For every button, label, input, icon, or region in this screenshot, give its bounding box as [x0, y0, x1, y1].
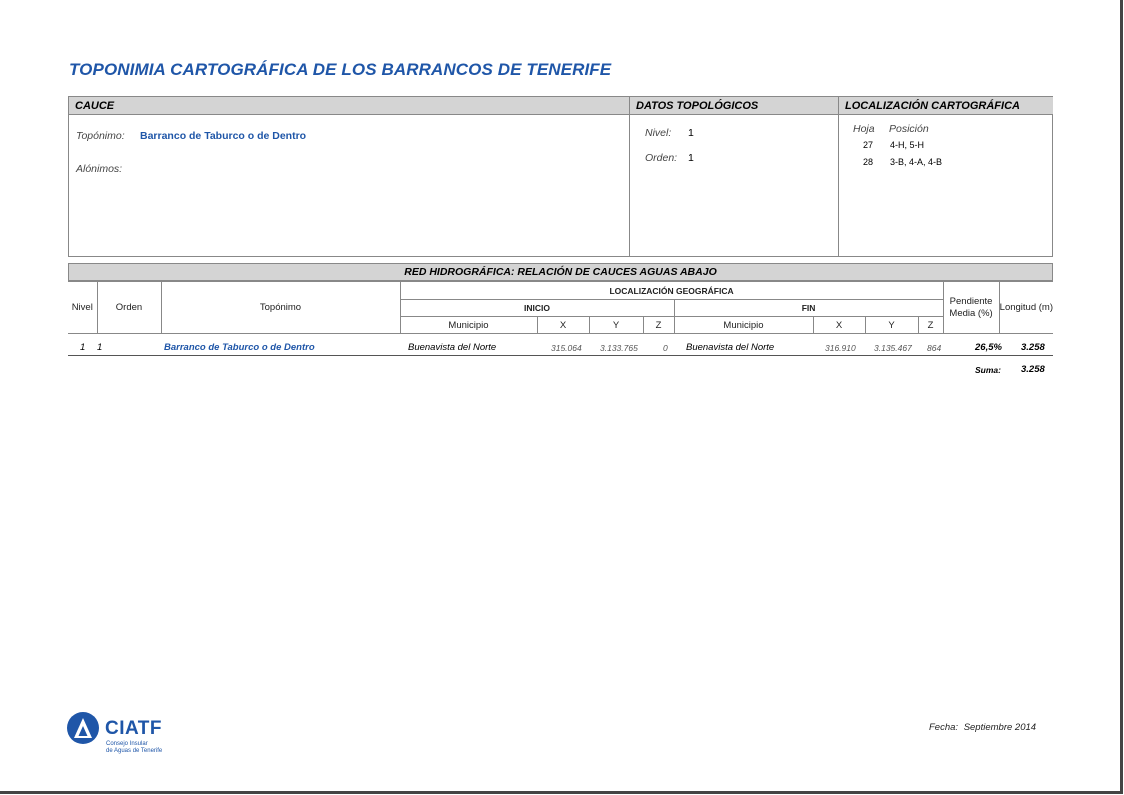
data-row-divider [68, 355, 1053, 356]
row-nivel: 1 [80, 342, 86, 353]
ciatf-logo-icon [67, 712, 99, 744]
row-toponimo: Barranco de Taburco o de Dentro [164, 342, 315, 353]
toponimo-label: Topónimo: [76, 130, 125, 142]
red-hidrografica-header: RED HIDROGRÁFICA: RELACIÓN DE CAUCES AGU… [68, 263, 1053, 281]
col-fin-z: Z [917, 316, 944, 334]
col-inicio-municipio: Municipio [399, 316, 538, 334]
divider [838, 97, 839, 256]
document-title: TOPONIMIA CARTOGRÁFICA DE LOS BARRANCOS … [69, 60, 612, 79]
col-inicio-x: X [536, 316, 590, 334]
hoja-label: Hoja [853, 123, 875, 135]
divider [629, 97, 630, 256]
nivel-label: Nivel: [645, 127, 672, 139]
row-longitud: 3.258 [1021, 342, 1045, 353]
col-fin: FIN [673, 299, 944, 317]
localizacion-header: LOCALIZACIÓN CARTOGRÁFICA [839, 97, 1053, 115]
col-inicio-z: Z [642, 316, 675, 334]
col-inicio-y: Y [588, 316, 644, 334]
col-fin-x: X [812, 316, 866, 334]
row-pendiente: 26,5% [975, 342, 1002, 353]
alonimos-label: Alónimos: [76, 163, 123, 175]
fecha: Fecha: Septiembre 2014 [929, 722, 1036, 733]
hoja-value: 27 [863, 140, 874, 150]
red-hidrografica-table: Nivel Orden Topónimo LOCALIZACIÓN GEOGRÁ… [68, 281, 1054, 334]
row-inicio-z: 0 [663, 343, 668, 353]
col-toponimo: Topónimo [160, 281, 401, 334]
orden-label: Orden: [645, 152, 678, 164]
col-fin-municipio: Municipio [673, 316, 814, 334]
row-fin-z: 864 [927, 343, 942, 353]
row-inicio-municipio: Buenavista del Norte [408, 342, 497, 353]
row-inicio-x: 315.064 [551, 343, 582, 353]
fecha-label: Fecha: [929, 722, 959, 733]
col-nivel: Nivel [68, 281, 98, 334]
hoja-value: 28 [863, 157, 874, 167]
col-localizacion: LOCALIZACIÓN GEOGRÁFICA [399, 281, 944, 300]
suma-label: Suma: [975, 365, 1001, 375]
fecha-value: Septiembre 2014 [963, 722, 1037, 733]
row-fin-municipio: Buenavista del Norte [686, 342, 775, 353]
posicion-value: 3-B, 4-A, 4-B [890, 157, 943, 167]
logo-subtitle: de Aguas de Tenerife [106, 748, 163, 754]
col-orden: Orden [96, 281, 162, 334]
col-fin-y: Y [864, 316, 919, 334]
posicion-label: Posición [889, 123, 929, 135]
logo-subtitle: Consejo Insular [106, 741, 148, 747]
suma-value: 3.258 [1021, 364, 1045, 375]
orden-value: 1 [688, 152, 694, 164]
logo-text: CIATF [105, 718, 163, 739]
info-box: CAUCE DATOS TOPOLÓGICOS LOCALIZACIÓN CAR… [68, 96, 1053, 257]
nivel-value: 1 [688, 127, 694, 139]
col-longitud: Longitud (m) [998, 281, 1054, 334]
row-fin-x: 316.910 [825, 343, 856, 353]
toponimo-value: Barranco de Taburco o de Dentro [140, 130, 307, 142]
cauce-header: CAUCE [69, 97, 630, 115]
col-pendiente: Pendiente Media (%) [942, 281, 1000, 334]
col-inicio: INICIO [399, 299, 675, 317]
row-fin-y: 3.135.467 [874, 343, 912, 353]
row-inicio-y: 3.133.765 [600, 343, 638, 353]
row-orden: 1 [97, 342, 103, 353]
posicion-value: 4-H, 5-H [890, 140, 925, 150]
datos-topologicos-header: DATOS TOPOLÓGICOS [630, 97, 839, 115]
